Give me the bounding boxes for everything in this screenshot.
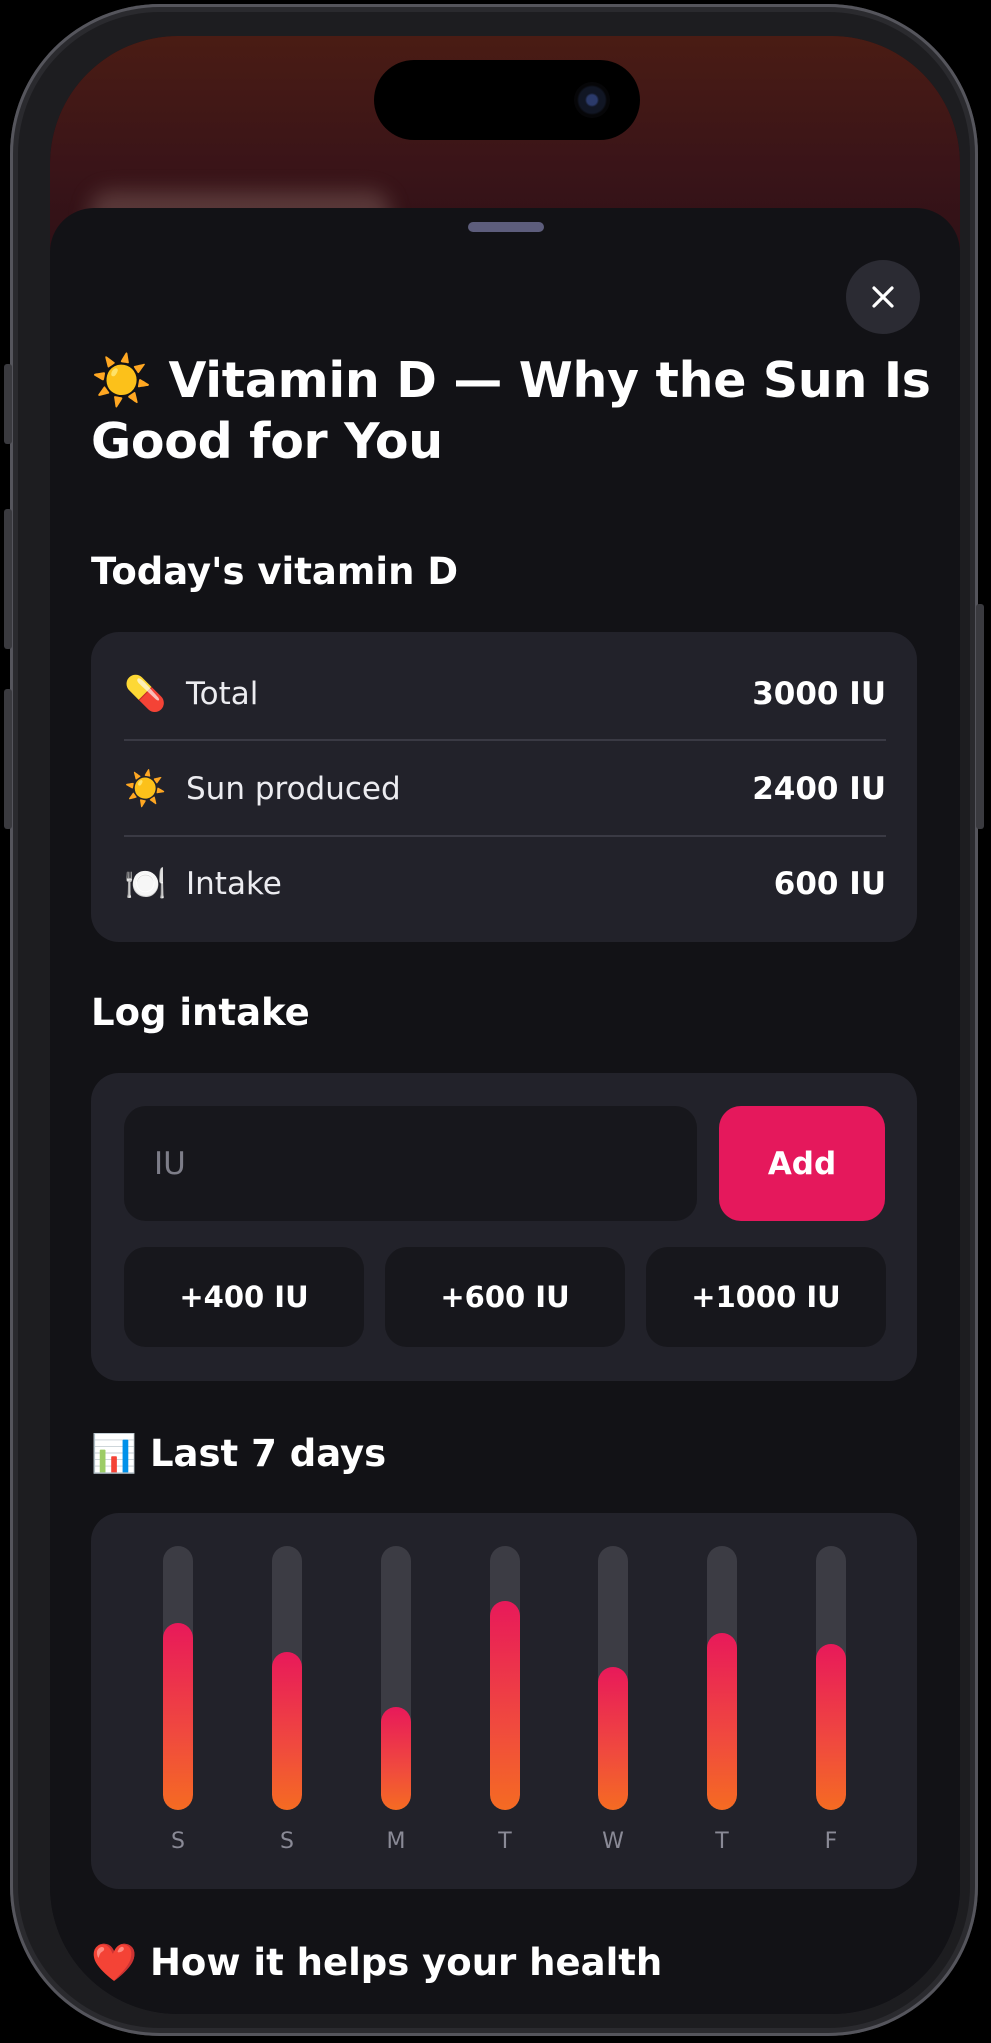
day-label: W (602, 1829, 624, 1854)
summary-label: Sun produced (186, 770, 401, 807)
close-button[interactable] (846, 260, 920, 334)
day-bar-track (490, 1546, 520, 1810)
log-intake-card: Add +400 IU +600 IU +1000 IU (91, 1073, 917, 1381)
summary-row-sun: ☀️ Sun produced 2400 IU (124, 741, 886, 836)
summary-label: Intake (186, 865, 282, 902)
day-bar (598, 1667, 628, 1810)
power-button (976, 604, 984, 829)
day-label: S (171, 1829, 185, 1854)
day-bar-track (381, 1546, 411, 1810)
action-button (4, 364, 12, 444)
summary-row-total: 💊 Total 3000 IU (124, 646, 886, 741)
summary-value: 3000 IU (752, 675, 886, 712)
close-icon (872, 286, 894, 308)
sheet-title: ☀️ Vitamin D — Why the Sun Is Good for Y… (91, 352, 931, 470)
log-intake-heading: Log intake (91, 991, 310, 1034)
summary-value: 2400 IU (752, 770, 886, 807)
camera-icon (574, 82, 610, 118)
volume-up-button (4, 509, 12, 649)
dynamic-island (374, 60, 640, 140)
last-7-days-chart: SSMTWTF (91, 1513, 917, 1889)
quick-add-400-button[interactable]: +400 IU (124, 1247, 364, 1347)
quick-add-600-button[interactable]: +600 IU (385, 1247, 625, 1347)
last-7-days-heading: 📊 Last 7 days (91, 1432, 387, 1475)
day-bar (381, 1707, 411, 1810)
day-label: S (280, 1829, 294, 1854)
day-label: F (824, 1829, 838, 1854)
vitamin-d-sheet: ☀️ Vitamin D — Why the Sun Is Good for Y… (50, 208, 960, 2014)
volume-down-button (4, 689, 12, 829)
sun-icon: ☀️ (124, 768, 167, 809)
today-summary-card: 💊 Total 3000 IU ☀️ Sun produced 2400 IU … (91, 632, 917, 942)
summary-label: Total (186, 675, 259, 712)
day-label: M (386, 1829, 406, 1854)
day-bar-track (816, 1546, 846, 1810)
day-label: T (715, 1829, 729, 1854)
summary-row-intake: 🍽️ Intake 600 IU (124, 836, 886, 931)
day-bar (707, 1633, 737, 1810)
day-bar (490, 1601, 520, 1810)
day-bar (163, 1623, 193, 1810)
add-button[interactable]: Add (719, 1106, 885, 1221)
day-bar (272, 1652, 302, 1810)
pill-icon: 💊 (124, 673, 167, 714)
day-bar-track (272, 1546, 302, 1810)
plate-icon: 🍽️ (124, 863, 167, 904)
day-label: T (498, 1829, 512, 1854)
day-bar-track (598, 1546, 628, 1810)
today-heading: Today's vitamin D (91, 550, 459, 593)
iu-input[interactable] (124, 1106, 697, 1221)
phone-frame: ☀️ Vitamin D — Why the Sun Is Good for Y… (4, 4, 984, 2036)
quick-add-1000-button[interactable]: +1000 IU (646, 1247, 886, 1347)
summary-value: 600 IU (773, 865, 886, 902)
day-bar-track (163, 1546, 193, 1810)
screen: ☀️ Vitamin D — Why the Sun Is Good for Y… (50, 36, 960, 2014)
day-bar (816, 1644, 846, 1810)
sheet-grabber[interactable] (468, 222, 544, 232)
health-heading: ❤️ How it helps your health (91, 1941, 663, 1984)
day-bar-track (707, 1546, 737, 1810)
